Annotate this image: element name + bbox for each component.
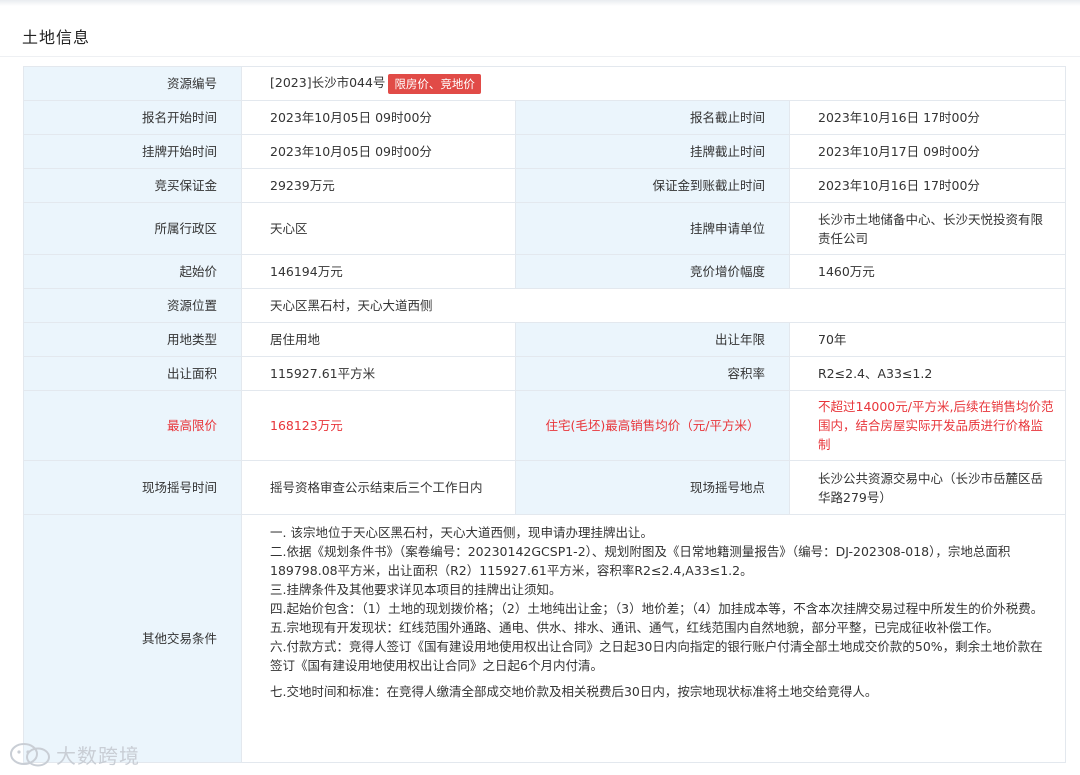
label-increment: 竞价增价幅度 [515,254,790,289]
value-increment: 1460万元 [789,254,1066,289]
value-lottery-time: 摇号资格审查公示结束后三个工作日内 [241,460,516,515]
resource-id-text: [2023]长沙市044号 [270,75,386,91]
label-location: 资源位置 [23,288,242,323]
value-land-use: 居住用地 [241,322,516,357]
value-plot-ratio: R2≤2.4、A33≤1.2 [789,356,1066,391]
watermark: 大数跨境 [8,740,140,769]
label-plot-ratio: 容积率 [515,356,790,391]
label-district: 所属行政区 [23,202,242,255]
table-row: 报名开始时间 2023年10月05日 09时00分 报名截止时间 2023年10… [23,100,1066,135]
label-listing-end: 挂牌截止时间 [515,134,790,169]
table-row: 所属行政区 天心区 挂牌申请单位 长沙市土地储备中心、长沙天悦投资有限责任公司 [23,202,1066,255]
page-title: 土地信息 [22,28,91,47]
watermark-text: 大数跨境 [56,744,140,768]
condition-item: 七.交地时间和标准：在竞得人缴清全部成交地价款及相关税费后30日内，按宗地现状标… [270,684,878,699]
condition-item: 三.挂牌条件及其他要求详见本项目的挂牌出让须知。 [270,582,562,597]
table-row: 出让面积 115927.61平方米 容积率 R2≤2.4、A33≤1.2 [23,356,1066,391]
top-shadow [0,0,1080,6]
value-resource-id: [2023]长沙市044号 限房价、竞地价 [241,66,1066,101]
label-deposit-deadline: 保证金到账截止时间 [515,168,790,203]
value-district: 天心区 [241,202,516,255]
value-deposit-deadline: 2023年10月16日 17时00分 [789,168,1066,203]
value-start-price: 146194万元 [241,254,516,289]
table-row: 起始价 146194万元 竞价增价幅度 1460万元 [23,254,1066,289]
label-area: 出让面积 [23,356,242,391]
table-row: 挂牌开始时间 2023年10月05日 09时00分 挂牌截止时间 2023年10… [23,134,1066,169]
table-row: 竞买保证金 29239万元 保证金到账截止时间 2023年10月16日 17时0… [23,168,1066,203]
label-lottery-place: 现场摇号地点 [515,460,790,515]
label-start-price: 起始价 [23,254,242,289]
label-conditions: 其他交易条件 [23,514,242,763]
value-area: 115927.61平方米 [241,356,516,391]
label-applicant: 挂牌申请单位 [515,202,790,255]
value-term: 70年 [789,322,1066,357]
condition-item: 四.起始价包含：（1）土地的现划拨价格；（2）土地纯出让金；（3）地价差；（4）… [270,601,1044,616]
value-signup-end: 2023年10月16日 17时00分 [789,100,1066,135]
label-signup-start: 报名开始时间 [23,100,242,135]
label-lottery-time: 现场摇号时间 [23,460,242,515]
row-conditions: 其他交易条件 一. 该宗地位于天心区黑石村，天心大道西侧，现申请办理挂牌出让。 … [23,514,1066,763]
condition-item: 一. 该宗地位于天心区黑石村，天心大道西侧，现申请办理挂牌出让。 [270,525,653,540]
label-signup-end: 报名截止时间 [515,100,790,135]
wechat-logo-icon [10,742,50,766]
value-max-avg-price: 不超过14000元/平方米,后续在销售均价范围内，结合房屋实际开发品质进行价格监… [789,390,1066,461]
row-price-cap: 最高限价 168123万元 住宅(毛坯)最高销售均价（元/平方米） 不超过140… [23,390,1066,461]
label-land-use: 用地类型 [23,322,242,357]
value-listing-end: 2023年10月17日 09时00分 [789,134,1066,169]
label-price-cap: 最高限价 [23,390,242,461]
row-lottery: 现场摇号时间 摇号资格审查公示结束后三个工作日内 现场摇号地点 长沙公共资源交易… [23,460,1066,515]
status-badge: 限房价、竞地价 [388,73,481,94]
value-signup-start: 2023年10月05日 09时00分 [241,100,516,135]
row-resource-id: 资源编号 [2023]长沙市044号 限房价、竞地价 [23,66,1066,101]
value-location: 天心区黑石村，天心大道西侧 [241,288,1066,323]
value-conditions: 一. 该宗地位于天心区黑石村，天心大道西侧，现申请办理挂牌出让。 二.依据《规划… [241,514,1066,763]
value-listing-start: 2023年10月05日 09时00分 [241,134,516,169]
label-max-avg-price: 住宅(毛坯)最高销售均价（元/平方米） [515,390,790,461]
condition-item: 二.依据《规划条件书》（案卷编号：20230142GCSP1-2）、规划附图及《… [270,544,1011,578]
row-location: 资源位置 天心区黑石村，天心大道西侧 [23,288,1066,323]
condition-item: 六.付款方式：竞得人签订《国有建设用地使用权出让合同》之日起30日内向指定的银行… [270,639,1043,673]
value-deposit: 29239万元 [241,168,516,203]
land-info-table: 资源编号 [2023]长沙市044号 限房价、竞地价 报名开始时间 2023年10… [23,66,1066,763]
value-price-cap: 168123万元 [241,390,516,461]
divider [0,56,1080,57]
value-applicant: 长沙市土地储备中心、长沙天悦投资有限责任公司 [789,202,1066,255]
label-listing-start: 挂牌开始时间 [23,134,242,169]
label-resource-id: 资源编号 [23,66,242,101]
value-lottery-place: 长沙公共资源交易中心（长沙市岳麓区岳华路279号） [789,460,1066,515]
condition-item: 五.宗地现有开发现状：红线范围外通路、通电、供水、排水、通讯、通气，红线范围内自… [270,620,999,635]
label-term: 出让年限 [515,322,790,357]
label-deposit: 竞买保证金 [23,168,242,203]
table-row: 用地类型 居住用地 出让年限 70年 [23,322,1066,357]
